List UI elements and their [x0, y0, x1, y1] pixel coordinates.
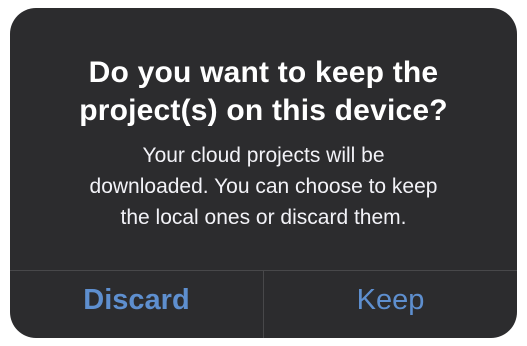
alert-message-line-2: downloaded. You can choose to keep: [89, 175, 438, 198]
alert-title: Do you want to keep the project(s) on th…: [49, 54, 479, 130]
alert-title-line-1: Do you want to keep the: [88, 56, 439, 89]
keep-button[interactable]: Keep: [264, 271, 517, 338]
alert-message: Your cloud projects will be downloaded. …: [34, 140, 494, 233]
alert-message-line-1: Your cloud projects will be: [142, 144, 385, 167]
alert-body: Do you want to keep the project(s) on th…: [10, 8, 517, 270]
alert-button-row: Discard Keep: [10, 271, 517, 338]
screen-backdrop: Do you want to keep the project(s) on th…: [0, 0, 527, 346]
alert-message-line-3: the local ones or discard them.: [120, 206, 407, 229]
alert-dialog: Do you want to keep the project(s) on th…: [10, 8, 517, 338]
discard-button[interactable]: Discard: [10, 271, 263, 338]
alert-title-line-2: project(s) on this device?: [79, 94, 448, 127]
